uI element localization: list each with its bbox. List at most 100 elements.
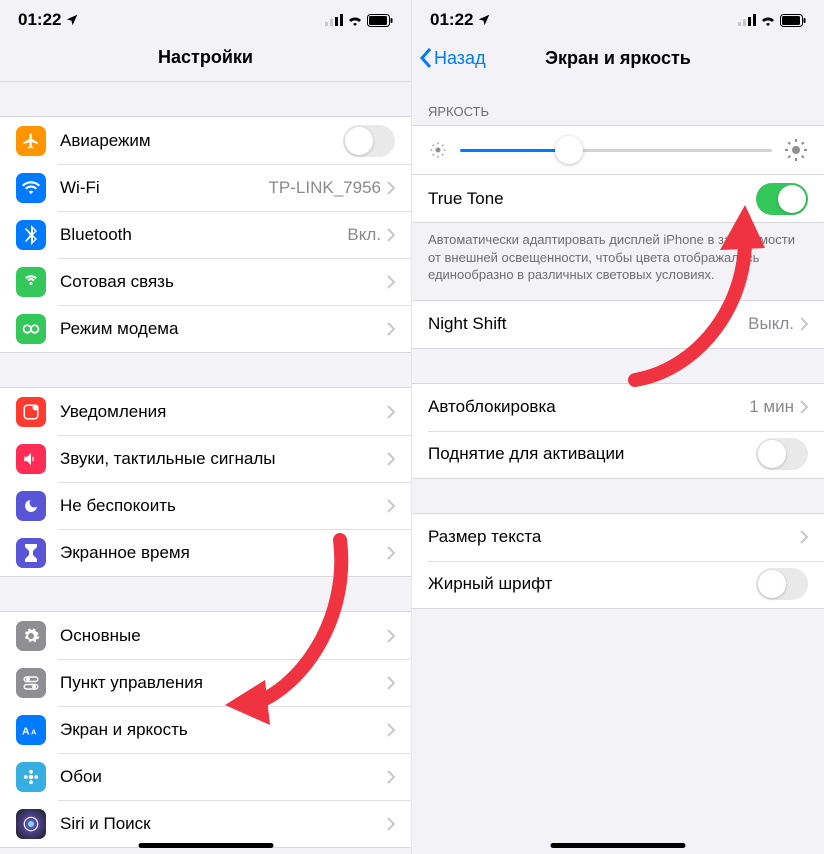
- row-cellular[interactable]: Сотовая связь: [0, 258, 411, 305]
- status-bar: 01:22: [412, 0, 824, 34]
- row-screentime[interactable]: Экранное время: [0, 529, 411, 576]
- location-icon: [65, 13, 79, 27]
- airplane-icon: [16, 126, 46, 156]
- row-wifi[interactable]: Wi-Fi TP-LINK_7956: [0, 164, 411, 211]
- airplane-toggle[interactable]: [343, 125, 395, 157]
- row-true-tone[interactable]: True Tone: [412, 175, 824, 222]
- row-label: Wi-Fi: [60, 178, 269, 198]
- brightness-slider-row: [412, 125, 824, 174]
- chevron-right-icon: [800, 400, 808, 414]
- settings-list[interactable]: Авиарежим Wi-Fi TP-LINK_7956 Bluetooth В…: [0, 82, 411, 854]
- back-button[interactable]: Назад: [418, 47, 486, 69]
- flower-icon: [16, 762, 46, 792]
- sun-high-icon: [784, 138, 808, 162]
- row-label: Экранное время: [60, 543, 387, 563]
- hourglass-icon: [16, 538, 46, 568]
- nav-bar: Назад Экран и яркость: [412, 34, 824, 82]
- signal-icon: [325, 14, 343, 26]
- battery-icon: [367, 14, 393, 27]
- row-raise-to-wake[interactable]: Поднятие для активации: [412, 431, 824, 478]
- svg-text:A: A: [31, 727, 37, 736]
- siri-icon: [16, 809, 46, 839]
- row-wallpaper[interactable]: Обои: [0, 753, 411, 800]
- chevron-right-icon: [387, 676, 395, 690]
- chevron-right-icon: [387, 405, 395, 419]
- row-night-shift[interactable]: Night Shift Выкл.: [412, 301, 824, 348]
- signal-icon: [738, 14, 756, 26]
- switches-icon: [16, 668, 46, 698]
- sounds-icon: [16, 444, 46, 474]
- bold-text-toggle[interactable]: [756, 568, 808, 600]
- wifi-icon: [347, 14, 363, 26]
- chevron-right-icon: [387, 322, 395, 336]
- chevron-right-icon: [387, 817, 395, 831]
- home-indicator[interactable]: [551, 843, 686, 848]
- back-label: Назад: [434, 48, 486, 69]
- cellular-icon: [16, 267, 46, 297]
- row-label: Night Shift: [428, 314, 748, 334]
- row-label: Автоблокировка: [428, 397, 749, 417]
- chevron-right-icon: [387, 723, 395, 737]
- wifi-icon: [760, 14, 776, 26]
- status-time: 01:22: [18, 10, 61, 30]
- battery-icon: [780, 14, 806, 27]
- row-label: True Tone: [428, 189, 756, 209]
- row-label: Режим модема: [60, 319, 387, 339]
- notifications-icon: [16, 397, 46, 427]
- status-bar: 01:22: [0, 0, 411, 34]
- chevron-right-icon: [387, 770, 395, 784]
- row-display[interactable]: AA Экран и яркость: [0, 706, 411, 753]
- auto-lock-value: 1 мин: [749, 397, 794, 417]
- chevron-right-icon: [387, 499, 395, 513]
- row-general[interactable]: Основные: [0, 612, 411, 659]
- row-label: Авиарежим: [60, 131, 343, 151]
- wifi-settings-icon: [16, 173, 46, 203]
- row-label: Размер текста: [428, 527, 800, 547]
- status-icons: [738, 14, 806, 27]
- row-label: Не беспокоить: [60, 496, 387, 516]
- nav-bar: Настройки: [0, 34, 411, 82]
- bluetooth-value: Вкл.: [347, 225, 381, 245]
- row-label: Экран и яркость: [60, 720, 387, 740]
- chevron-right-icon: [387, 228, 395, 242]
- row-bold-text[interactable]: Жирный шрифт: [412, 561, 824, 608]
- row-label: Жирный шрифт: [428, 574, 756, 594]
- row-auto-lock[interactable]: Автоблокировка 1 мин: [412, 384, 824, 431]
- row-dnd[interactable]: Не беспокоить: [0, 482, 411, 529]
- row-label: Сотовая связь: [60, 272, 387, 292]
- row-sounds[interactable]: Звуки, тактильные сигналы: [0, 435, 411, 482]
- wifi-value: TP-LINK_7956: [269, 178, 381, 198]
- home-indicator[interactable]: [138, 843, 273, 848]
- status-icons: [325, 14, 393, 27]
- bluetooth-icon: [16, 220, 46, 250]
- page-title: Экран и яркость: [545, 48, 691, 69]
- row-label: Siri и Поиск: [60, 814, 387, 834]
- row-control-center[interactable]: Пункт управления: [0, 659, 411, 706]
- row-hotspot[interactable]: Режим модема: [0, 305, 411, 352]
- location-icon: [477, 13, 491, 27]
- svg-text:A: A: [22, 725, 30, 737]
- sun-low-icon: [428, 140, 448, 160]
- page-title: Настройки: [158, 47, 253, 68]
- row-label: Уведомления: [60, 402, 387, 422]
- row-airplane[interactable]: Авиарежим: [0, 117, 411, 164]
- row-label: Звуки, тактильные сигналы: [60, 449, 387, 469]
- chevron-right-icon: [387, 629, 395, 643]
- row-bluetooth[interactable]: Bluetooth Вкл.: [0, 211, 411, 258]
- true-tone-toggle[interactable]: [756, 183, 808, 215]
- row-label: Bluetooth: [60, 225, 347, 245]
- status-time: 01:22: [430, 10, 473, 30]
- text-size-icon: AA: [16, 715, 46, 745]
- display-settings-list[interactable]: ЯРКОСТЬ True Tone Автоматически адаптиро…: [412, 82, 824, 854]
- chevron-right-icon: [800, 530, 808, 544]
- row-text-size[interactable]: Размер текста: [412, 514, 824, 561]
- brightness-slider[interactable]: [460, 149, 772, 152]
- chevron-right-icon: [800, 317, 808, 331]
- row-label: Основные: [60, 626, 387, 646]
- hotspot-icon: [16, 314, 46, 344]
- gear-icon: [16, 621, 46, 651]
- row-siri[interactable]: Siri и Поиск: [0, 800, 411, 847]
- moon-icon: [16, 491, 46, 521]
- row-notifications[interactable]: Уведомления: [0, 388, 411, 435]
- raise-to-wake-toggle[interactable]: [756, 438, 808, 470]
